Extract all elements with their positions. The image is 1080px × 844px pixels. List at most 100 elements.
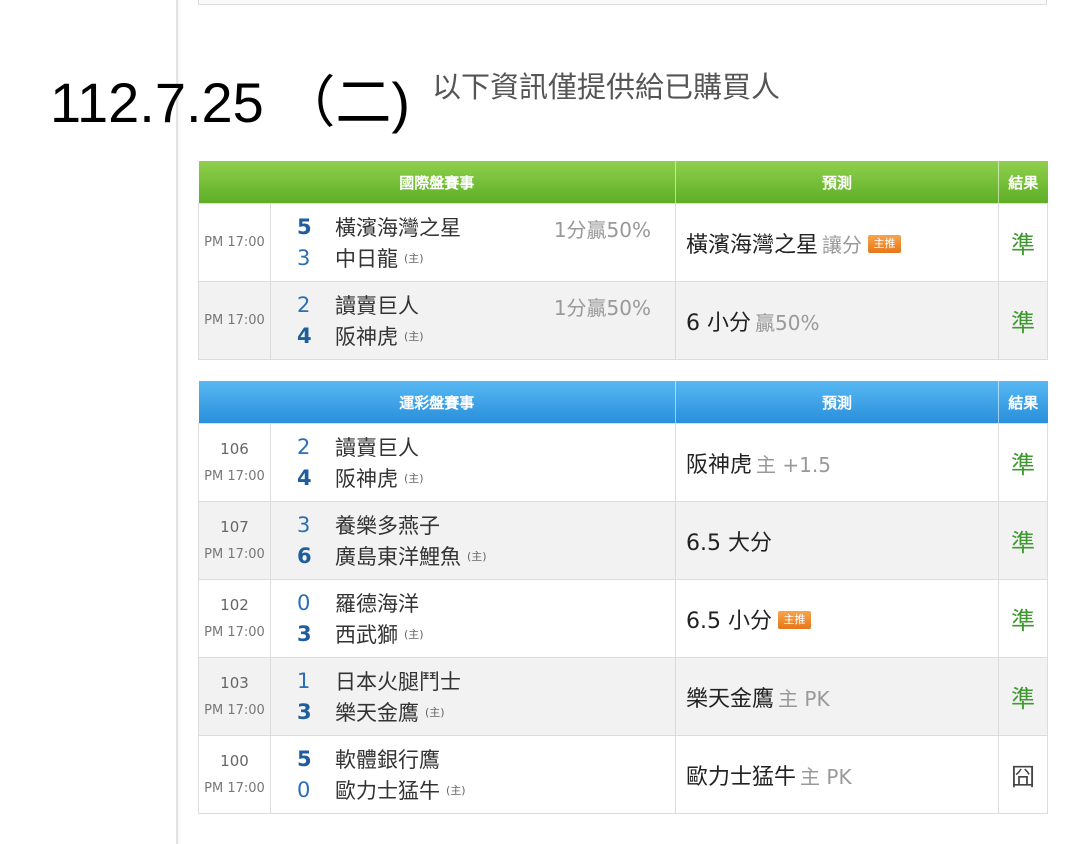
home-team-line: 3 中日龍 (主) <box>271 243 675 274</box>
away-team-name: 羅德海洋 <box>335 592 419 616</box>
away-team-line: 5 軟體銀行鷹 <box>271 744 675 775</box>
away-score: 5 <box>297 215 312 239</box>
matchup-cell: 2 讀賣巨人 4 阪神虎 (主) <box>269 423 677 502</box>
prediction-sub: 讓分 <box>822 232 863 257</box>
previous-panel-edge <box>198 0 1047 5</box>
home-score: 3 <box>297 246 311 270</box>
prediction-cell: 樂天金鷹主 PK <box>675 657 1000 736</box>
game-time-cell: PM 17:00 <box>198 281 271 360</box>
home-team-line: 3 樂天金鷹 (主) <box>271 697 675 728</box>
home-marker: (主) <box>467 550 487 563</box>
game-time: PM 17:00 <box>204 703 265 719</box>
table-row: PM 17:00 5 橫濱海灣之星 3 中日龍 (主) 1分贏50% 橫濱海灣之… <box>198 203 1049 282</box>
game-code: 106 <box>220 440 249 459</box>
matchup-cell: 5 橫濱海灣之星 3 中日龍 (主) 1分贏50% <box>269 203 677 282</box>
away-team-line: 0 羅德海洋 <box>271 588 675 619</box>
home-team-name: 西武獅 <box>335 623 398 647</box>
away-score: 5 <box>297 747 312 771</box>
result-mark: 準 <box>998 501 1049 580</box>
away-score: 3 <box>297 513 311 537</box>
prediction-cell: 6.5 大分 <box>675 501 1000 580</box>
purchaser-notice: 以下資訊僅提供給已購買人 <box>432 70 781 104</box>
away-team-line: 2 讀賣巨人 <box>271 432 675 463</box>
game-time-cell: PM 17:00 <box>198 203 271 282</box>
home-marker: (主) <box>404 628 424 641</box>
home-score: 3 <box>297 622 312 646</box>
matchup-cell: 3 養樂多燕子 6 廣島東洋鯉魚 (主) <box>269 501 677 580</box>
away-score: 2 <box>297 435 311 459</box>
prediction-main: 橫濱海灣之星 <box>686 232 819 258</box>
result-mark: 準 <box>998 423 1049 502</box>
matchup-cell: 0 羅德海洋 3 西武獅 (主) <box>269 579 677 658</box>
prediction-cell: 6.5 小分 主推 <box>675 579 1000 658</box>
prediction-cell: 歐力士猛牛主 PK <box>675 735 1000 814</box>
header-prediction: 預測 <box>675 161 999 204</box>
result-mark: 準 <box>998 203 1049 282</box>
matchup-cell: 5 軟體銀行鷹 0 歐力士猛牛 (主) <box>269 735 677 814</box>
matchup-cell: 1 日本火腿鬥士 3 樂天金鷹 (主) <box>269 657 677 736</box>
table-header-row: 國際盤賽事 預測 結果 <box>198 161 1048 204</box>
prediction-main: 6.5 小分 <box>686 608 772 634</box>
away-team-name: 讀賣巨人 <box>335 294 419 318</box>
result-mark: 準 <box>998 579 1049 658</box>
prediction-cell: 阪神虎主 +1.5 <box>675 423 1000 502</box>
header-prediction: 預測 <box>675 381 999 424</box>
game-time: PM 17:00 <box>204 547 265 563</box>
home-team-name: 阪神虎 <box>335 467 398 491</box>
prediction-main: 6 小分 <box>686 310 752 336</box>
away-team-name: 日本火腿鬥士 <box>335 670 461 694</box>
home-team-name: 廣島東洋鯉魚 <box>335 545 461 569</box>
table-row: 102 PM 17:00 0 羅德海洋 3 西武獅 (主) 6.5 小分 主推 準 <box>198 579 1049 658</box>
home-marker: (主) <box>404 330 424 343</box>
table-row: PM 17:00 2 讀賣巨人 4 阪神虎 (主) 1分贏50% 6 小分 贏50… <box>198 281 1049 360</box>
prediction-main: 阪神虎 <box>686 452 753 478</box>
home-team-name: 中日龍 <box>335 247 398 271</box>
home-marker: (主) <box>446 784 466 797</box>
sports-lottery-games-table: 運彩盤賽事 預測 結果 106 PM 17:00 2 讀賣巨人 4 阪神虎 (主… <box>198 381 1049 814</box>
prediction-main: 6.5 大分 <box>686 530 772 556</box>
home-team-line: 4 阪神虎 (主) <box>271 321 675 352</box>
matchup-cell: 2 讀賣巨人 4 阪神虎 (主) 1分贏50% <box>269 281 677 360</box>
game-time-cell: 100 PM 17:00 <box>198 735 271 814</box>
home-team-name: 樂天金鷹 <box>335 701 419 725</box>
table-row: 107 PM 17:00 3 養樂多燕子 6 廣島東洋鯉魚 (主) 6.5 大分… <box>198 501 1049 580</box>
game-time-cell: 102 PM 17:00 <box>198 579 271 658</box>
away-team-name: 軟體銀行鷹 <box>335 748 440 772</box>
game-time-cell: 107 PM 17:00 <box>198 501 271 580</box>
result-mark: 準 <box>998 281 1049 360</box>
prediction-sub: 主 +1.5 <box>756 452 831 477</box>
game-time: PM 17:00 <box>204 781 265 797</box>
top-pick-badge: 主推 <box>868 234 902 253</box>
prediction-main: 歐力士猛牛 <box>686 764 797 790</box>
game-time: PM 17:00 <box>204 234 265 250</box>
prediction-sub: 主 PK <box>800 764 852 789</box>
table-header-row: 運彩盤賽事 預測 結果 <box>198 381 1048 424</box>
away-team-line: 3 養樂多燕子 <box>271 510 675 541</box>
top-pick-badge: 主推 <box>778 610 811 629</box>
home-score: 6 <box>297 544 312 568</box>
header-result: 結果 <box>998 161 1048 204</box>
away-score: 0 <box>297 591 311 615</box>
table-row: 100 PM 17:00 5 軟體銀行鷹 0 歐力士猛牛 (主) 歐力士猛牛主 … <box>198 735 1049 814</box>
away-team-name: 橫濱海灣之星 <box>335 216 461 240</box>
handicap-line: 1分贏50% <box>553 296 652 320</box>
away-score: 1 <box>297 669 311 693</box>
home-team-line: 3 西武獅 (主) <box>271 619 675 650</box>
away-score: 2 <box>297 293 311 317</box>
home-marker: (主) <box>404 472 424 485</box>
game-time-cell: 103 PM 17:00 <box>198 657 271 736</box>
header-games: 運彩盤賽事 <box>198 381 676 424</box>
home-team-line: 6 廣島東洋鯉魚 (主) <box>271 541 675 572</box>
home-score: 4 <box>297 324 312 348</box>
away-team-name: 養樂多燕子 <box>335 514 440 538</box>
game-code: 103 <box>220 674 249 693</box>
handicap-line: 1分贏50% <box>553 218 652 242</box>
prediction-sub: 主 PK <box>778 686 830 711</box>
away-team-name: 讀賣巨人 <box>335 436 419 460</box>
international-games-table: 國際盤賽事 預測 結果 PM 17:00 5 橫濱海灣之星 3 中日龍 (主) … <box>198 161 1049 360</box>
game-time: PM 17:00 <box>204 312 265 328</box>
header-games: 國際盤賽事 <box>198 161 676 204</box>
home-team-line: 4 阪神虎 (主) <box>271 463 675 494</box>
home-score: 3 <box>297 700 312 724</box>
table-row: 106 PM 17:00 2 讀賣巨人 4 阪神虎 (主) 阪神虎主 +1.5 … <box>198 423 1049 502</box>
